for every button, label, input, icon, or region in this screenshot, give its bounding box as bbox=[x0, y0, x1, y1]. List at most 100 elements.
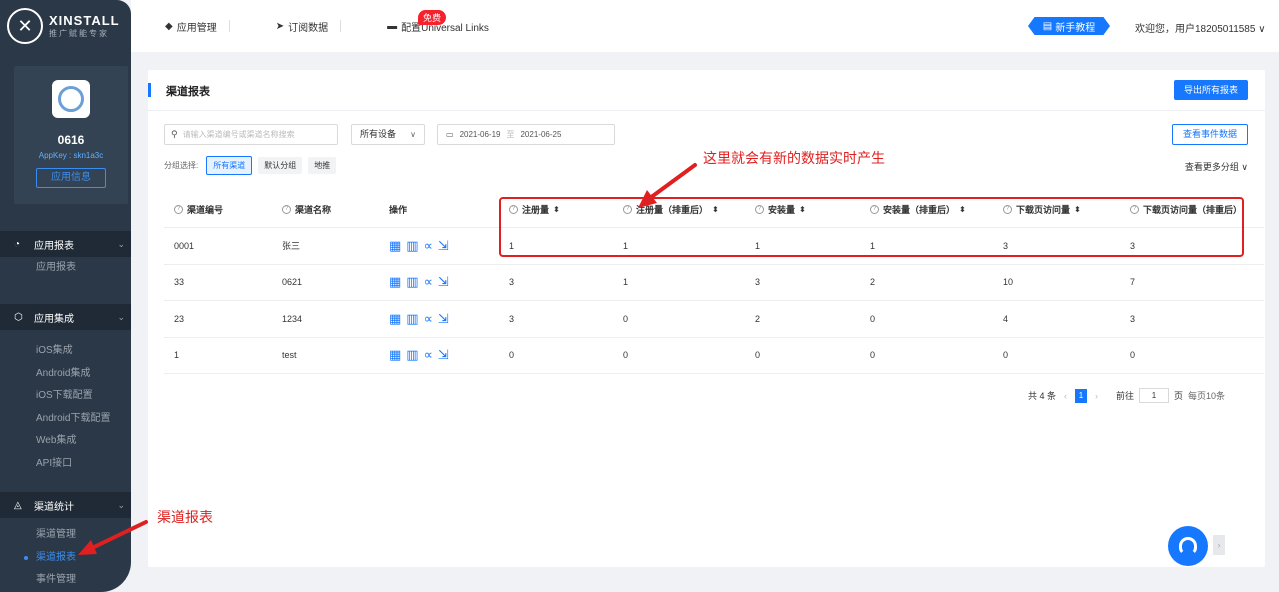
more-groups-link[interactable]: 查看更多分组 ∨ bbox=[1185, 160, 1248, 173]
pager-goto-label: 前往 bbox=[1116, 391, 1135, 401]
view-events-button[interactable]: 查看事件数据 bbox=[1171, 124, 1248, 145]
qrcode-icon[interactable]: ▦ bbox=[389, 274, 401, 290]
logo-title: XINSTALL bbox=[49, 13, 120, 28]
chevron-down-icon: ⌄ bbox=[117, 499, 125, 510]
export-icon[interactable]: ⇲ bbox=[438, 311, 449, 327]
sidebar-item-channel-manage[interactable]: 渠道管理 bbox=[0, 524, 131, 547]
sidebar: ✕ XINSTALL 推广赋能专家 0616 AppKey : skn1a3c … bbox=[0, 0, 131, 592]
bar-chart-icon[interactable]: ▥ bbox=[406, 311, 418, 327]
nav-head-label: 应用报表 bbox=[34, 240, 74, 252]
annotation-box bbox=[499, 197, 1244, 257]
qrcode-icon[interactable]: ▦ bbox=[389, 347, 401, 363]
pager-page-size[interactable]: 每页10条 bbox=[1188, 389, 1225, 402]
nav-group-app-report: ◔ 应用报表 ⌄ 应用报表 bbox=[0, 231, 131, 280]
pager-total: 共 4 条 bbox=[1028, 391, 1057, 401]
group-tag-ground[interactable]: 地推 bbox=[308, 157, 337, 174]
pager-page-unit: 页 bbox=[1174, 391, 1184, 401]
share-icon[interactable]: ∝ bbox=[424, 274, 433, 290]
bar-chart-icon[interactable]: ▥ bbox=[406, 347, 418, 363]
cell-register-dedup: 1 bbox=[623, 277, 629, 288]
sidebar-item-app-report[interactable]: 应用报表 bbox=[0, 257, 131, 280]
sidebar-annotation-text: 渠道报表 bbox=[157, 509, 213, 525]
cell-channel-name: 0621 bbox=[282, 277, 303, 288]
share-icon[interactable]: ∝ bbox=[424, 311, 433, 327]
qrcode-icon[interactable]: ▦ bbox=[389, 238, 401, 254]
search-icon: ⚲ bbox=[171, 129, 178, 139]
cell-channel-name: test bbox=[282, 350, 297, 361]
nav-head-label: 应用集成 bbox=[34, 313, 74, 325]
pagination: 共 4 条 ‹ 1 › 前往 1 页 每页10条 bbox=[1028, 388, 1225, 403]
nav-group-channel: ◬ 渠道统计 ⌄ 渠道管理 渠道报表 事件管理 bbox=[0, 492, 131, 592]
export-icon[interactable]: ⇲ bbox=[438, 238, 449, 254]
nav-head-integration[interactable]: ⬡ 应用集成 ⌄ bbox=[0, 304, 131, 330]
share-icon[interactable]: ∝ bbox=[424, 347, 433, 363]
qrcode-icon[interactable]: ▦ bbox=[389, 311, 401, 327]
bar-chart-icon[interactable]: ▥ bbox=[406, 274, 418, 290]
cell-install: 3 bbox=[755, 277, 761, 288]
nav-subscribe[interactable]: ➤ 订阅数据 bbox=[276, 19, 328, 34]
cell-channel-id: 33 bbox=[174, 277, 185, 288]
sidebar-item-api[interactable]: API接口 bbox=[0, 453, 131, 476]
nav-head-app-report[interactable]: ◔ 应用报表 ⌄ bbox=[0, 231, 131, 257]
next-page-icon[interactable]: › bbox=[1095, 391, 1098, 401]
export-all-button[interactable]: 导出所有报表 bbox=[1173, 80, 1248, 100]
sidebar-item-event-manage[interactable]: 事件管理 bbox=[0, 569, 131, 592]
app-card: 0616 AppKey : skn1a3c 应用信息 bbox=[14, 66, 128, 204]
user-menu[interactable]: 欢迎您，用户18205011585 ∨ bbox=[1135, 20, 1266, 35]
guide-button[interactable]: ▤ 新手教程 bbox=[1028, 17, 1110, 35]
search-input[interactable]: ⚲ 请输入渠道编号或渠道名称搜索 bbox=[164, 124, 338, 145]
cube-icon: ⬡ bbox=[14, 311, 23, 323]
cube-icon: ◆ bbox=[165, 20, 173, 32]
group-label: 分组选择: bbox=[164, 161, 199, 170]
group-tag-all[interactable]: 所有渠道 bbox=[206, 156, 253, 175]
app-info-button[interactable]: 应用信息 bbox=[36, 168, 106, 188]
cell-download-views-dedup: 7 bbox=[1130, 277, 1136, 288]
cell-download-views: 4 bbox=[1003, 313, 1009, 324]
row-actions: ▦ ▥ ∝ ⇲ bbox=[389, 338, 449, 374]
sidebar-item-ios[interactable]: iOS集成 bbox=[0, 340, 131, 363]
nav-head-channel[interactable]: ◬ 渠道统计 ⌄ bbox=[0, 492, 131, 518]
export-icon[interactable]: ⇲ bbox=[438, 347, 449, 363]
pager-goto-input[interactable]: 1 bbox=[1139, 388, 1170, 403]
row-actions: ▦ ▥ ∝ ⇲ bbox=[389, 265, 449, 301]
logo[interactable]: ✕ XINSTALL 推广赋能专家 bbox=[0, 0, 131, 52]
table-row: 23 1234 ▦ ▥ ∝ ⇲ 3 0 2 0 4 3 bbox=[164, 301, 1264, 338]
prev-page-icon[interactable]: ‹ bbox=[1064, 391, 1067, 401]
sidebar-item-channel-report[interactable]: 渠道报表 bbox=[0, 547, 131, 570]
cell-install-dedup: 2 bbox=[870, 277, 876, 288]
cell-channel-id: 1 bbox=[174, 350, 180, 361]
row-actions: ▦ ▥ ∝ ⇲ bbox=[389, 301, 449, 337]
nav-app-manage[interactable]: ◆ 应用管理 bbox=[165, 19, 217, 34]
headset-icon bbox=[1179, 537, 1197, 555]
table-row: 33 0621 ▦ ▥ ∝ ⇲ 3 1 3 2 10 7 bbox=[164, 265, 1264, 301]
export-icon[interactable]: ⇲ bbox=[438, 274, 449, 290]
nav-head-label: 渠道统计 bbox=[34, 501, 74, 513]
cell-register: 0 bbox=[509, 350, 515, 361]
cell-register: 3 bbox=[509, 313, 515, 324]
share-icon[interactable]: ∝ bbox=[424, 238, 433, 254]
date-range-picker[interactable]: ▭ 2021-06-19 至 2021-06-25 bbox=[437, 124, 615, 145]
col-channel-id[interactable]: ? 渠道编号 bbox=[174, 192, 223, 227]
sidebar-item-ios-download[interactable]: iOS下载配置 bbox=[0, 385, 131, 408]
date-separator: 至 bbox=[506, 130, 515, 139]
col-channel-name[interactable]: ? 渠道名称 bbox=[282, 192, 331, 227]
group-tag-default[interactable]: 默认分组 bbox=[258, 157, 303, 174]
customer-support-button[interactable] bbox=[1168, 526, 1208, 566]
date-end: 2021-06-25 bbox=[520, 130, 562, 139]
sidebar-item-web[interactable]: Web集成 bbox=[0, 430, 131, 453]
guide-label: 新手教程 bbox=[1055, 22, 1096, 34]
cell-download-views-dedup: 0 bbox=[1130, 350, 1136, 361]
cell-install: 0 bbox=[755, 350, 761, 361]
cell-install-dedup: 0 bbox=[870, 313, 876, 324]
bar-chart-icon[interactable]: ▥ bbox=[406, 238, 418, 254]
page-current[interactable]: 1 bbox=[1075, 388, 1088, 403]
collapse-tab[interactable]: › bbox=[1213, 535, 1225, 555]
table-row: 1 test ▦ ▥ ∝ ⇲ 0 0 0 0 0 0 bbox=[164, 338, 1264, 374]
page-title: 渠道报表 bbox=[166, 86, 210, 98]
cell-channel-name: 1234 bbox=[282, 313, 303, 324]
sidebar-item-android[interactable]: Android集成 bbox=[0, 363, 131, 386]
title-bar: 渠道报表 bbox=[148, 80, 1265, 100]
device-select[interactable]: 所有设备 ∨ bbox=[351, 124, 425, 145]
nav-label: 应用管理 bbox=[176, 22, 217, 34]
sidebar-item-android-download[interactable]: Android下载配置 bbox=[0, 408, 131, 431]
